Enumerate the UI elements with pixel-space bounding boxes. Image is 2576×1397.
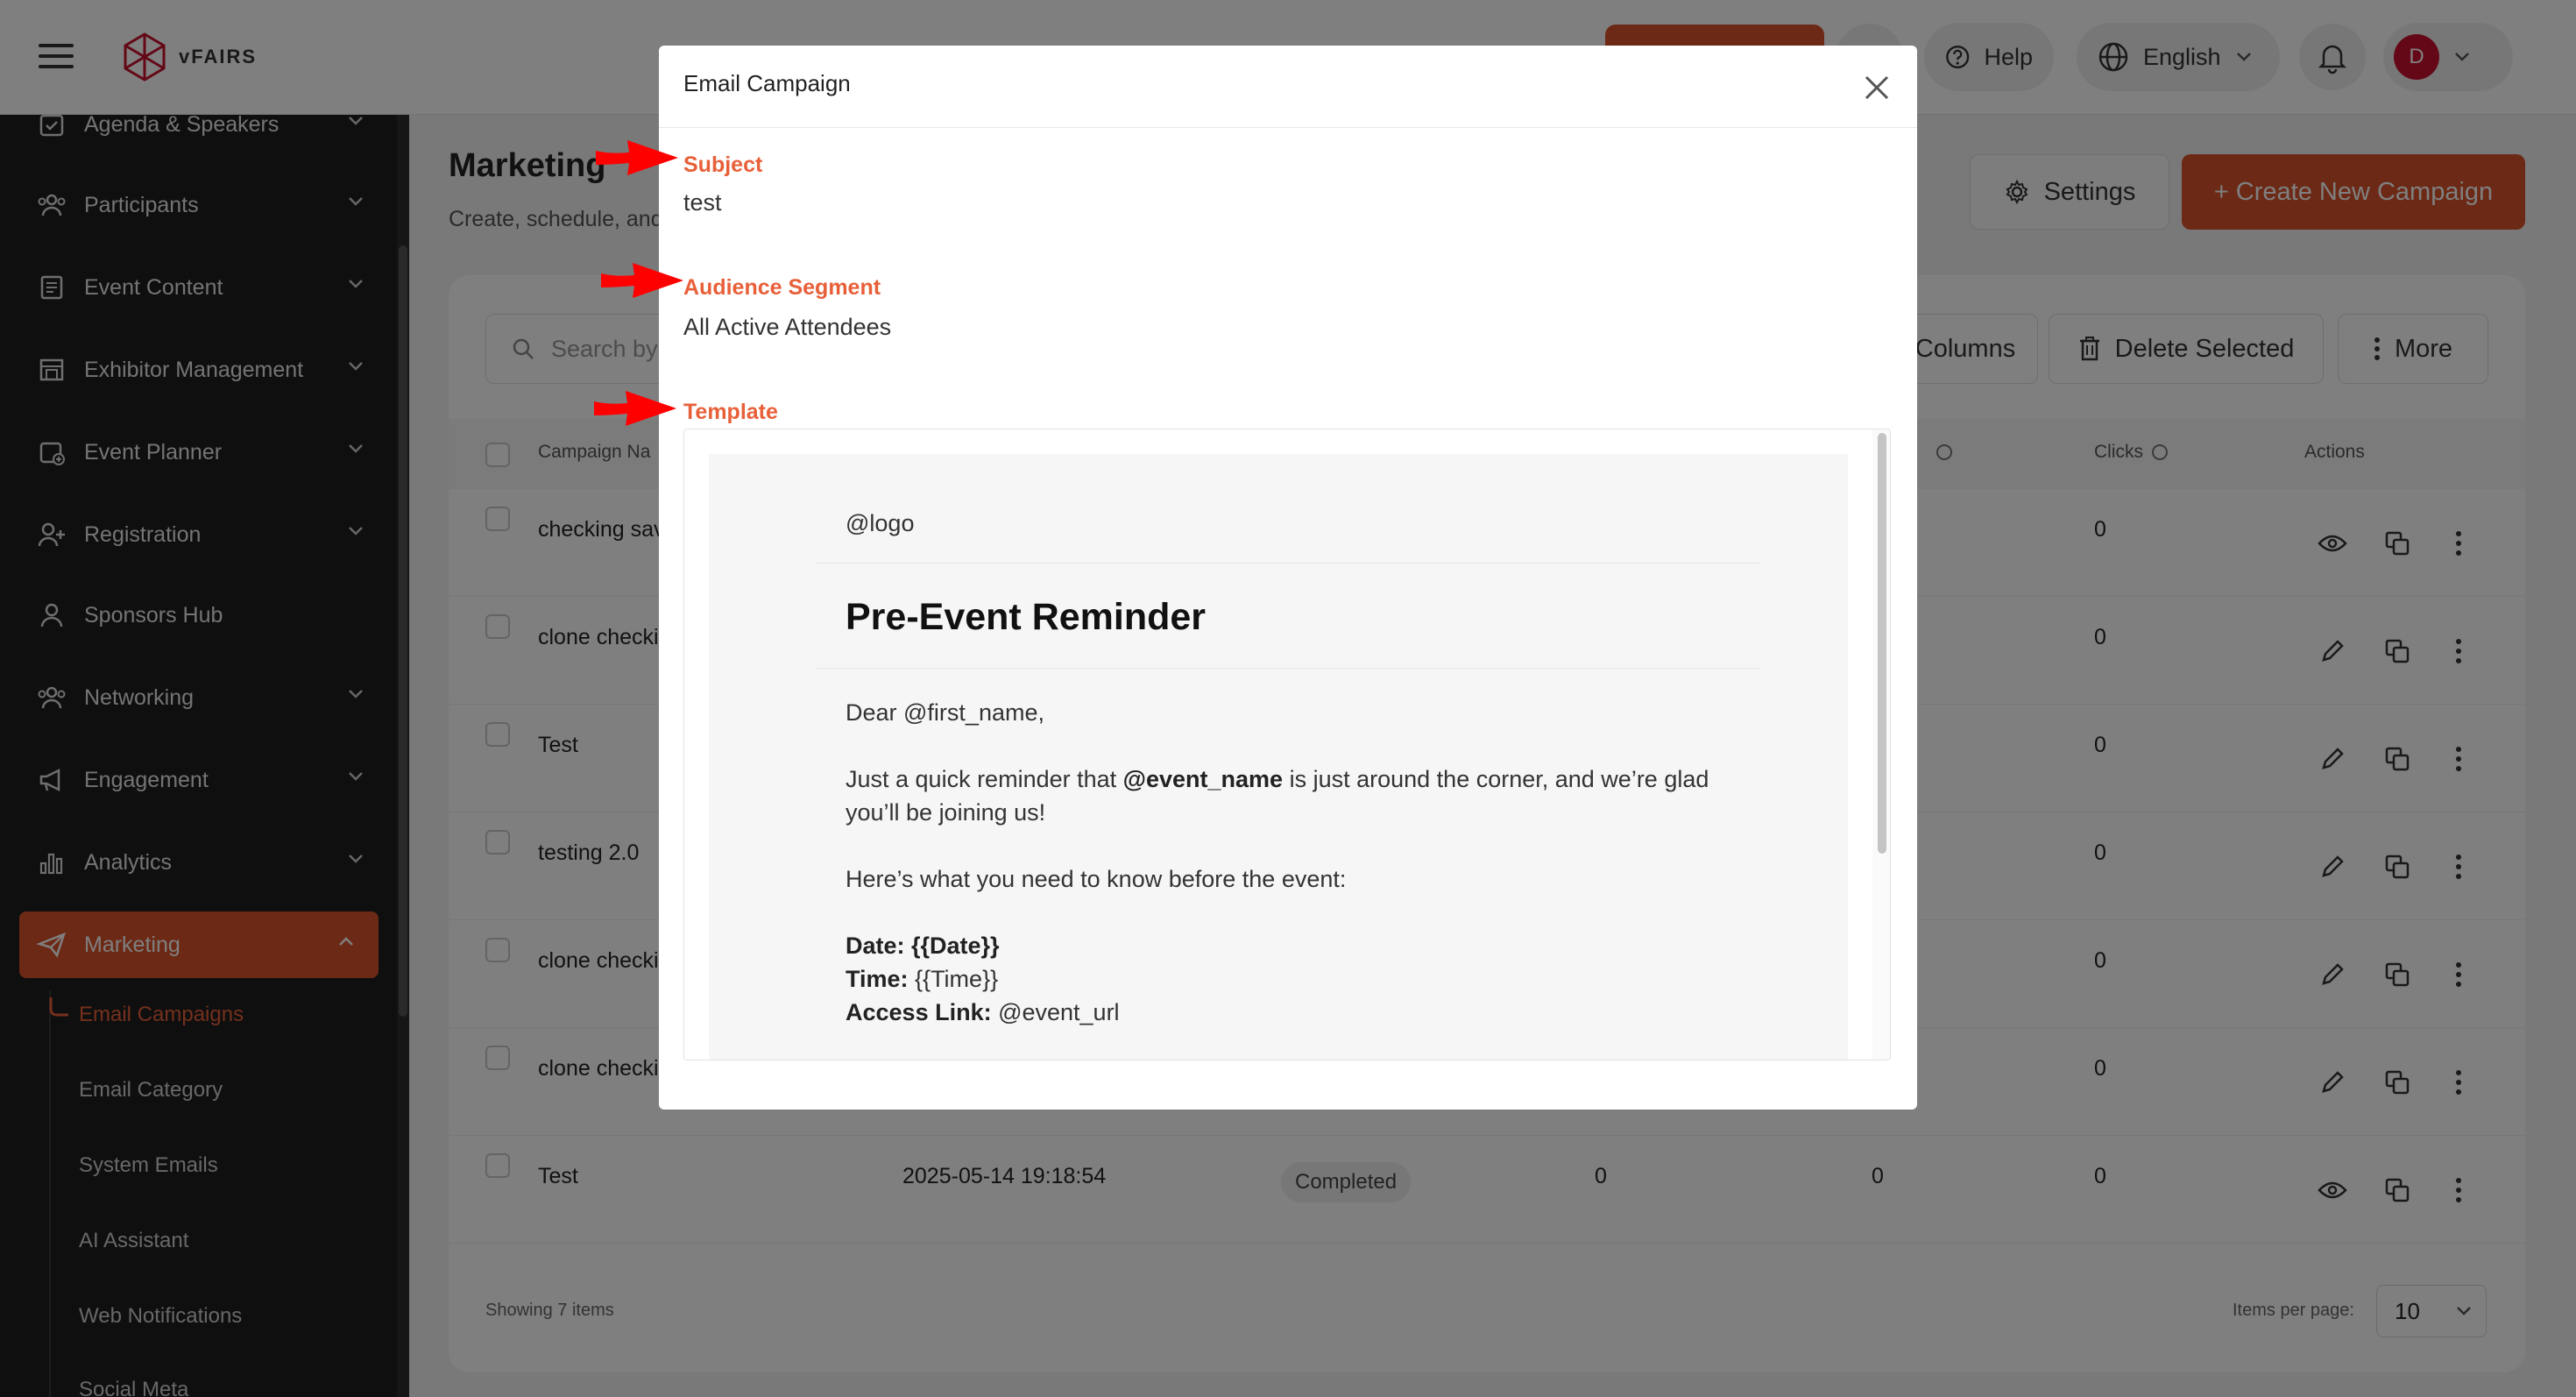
template-details: Date: {{Date}} Time: {{Time}} Access Link:…	[846, 929, 1722, 1029]
template-time-value: {{Time}}	[908, 966, 999, 992]
template-link-value: @event_url	[991, 999, 1120, 1025]
template-heading: Pre-Event Reminder	[846, 596, 1207, 638]
template-time-label: Time:	[846, 966, 909, 992]
template-divider	[816, 668, 1760, 669]
audience-segment-label: Audience Segment	[683, 275, 881, 300]
template-date-label: Date:	[846, 933, 905, 959]
email-campaign-modal: Email Campaign Subject test Audience Seg…	[659, 46, 1917, 1110]
subject-label: Subject	[683, 152, 763, 177]
template-text: you’ll be joining us!	[846, 799, 1046, 826]
modal-header: Email Campaign	[659, 46, 1917, 128]
template-text: Just a quick reminder that	[846, 766, 1123, 792]
audience-segment-value: All Active Attendees	[683, 314, 892, 340]
annotation-arrow-icon	[596, 140, 678, 175]
modal-title: Email Campaign	[683, 70, 851, 96]
template-paragraph-1: Just a quick reminder that @event_name i…	[846, 762, 1722, 829]
template-preview[interactable]: @logo Pre-Event Reminder Dear @first_nam…	[683, 429, 1891, 1060]
template-greeting: Dear @first_name,	[846, 699, 1044, 726]
template-paragraph-2: Here’s what you need to know before the …	[846, 866, 1347, 892]
close-icon[interactable]	[1859, 70, 1894, 105]
template-text: is just around the corner, and we’re gla…	[1283, 766, 1709, 792]
template-date-value: {{Date}}	[904, 933, 1000, 959]
annotation-arrow-icon	[601, 263, 683, 298]
template-logo-placeholder: @logo	[846, 510, 915, 536]
annotation-arrow-icon	[594, 391, 676, 426]
template-scrollbar-thumb[interactable]	[1878, 433, 1886, 854]
template-link-label: Access Link:	[846, 999, 992, 1025]
template-divider	[816, 563, 1760, 564]
template-event-name: @event_name	[1122, 766, 1284, 792]
subject-value: test	[683, 189, 722, 216]
template-label: Template	[683, 400, 778, 424]
